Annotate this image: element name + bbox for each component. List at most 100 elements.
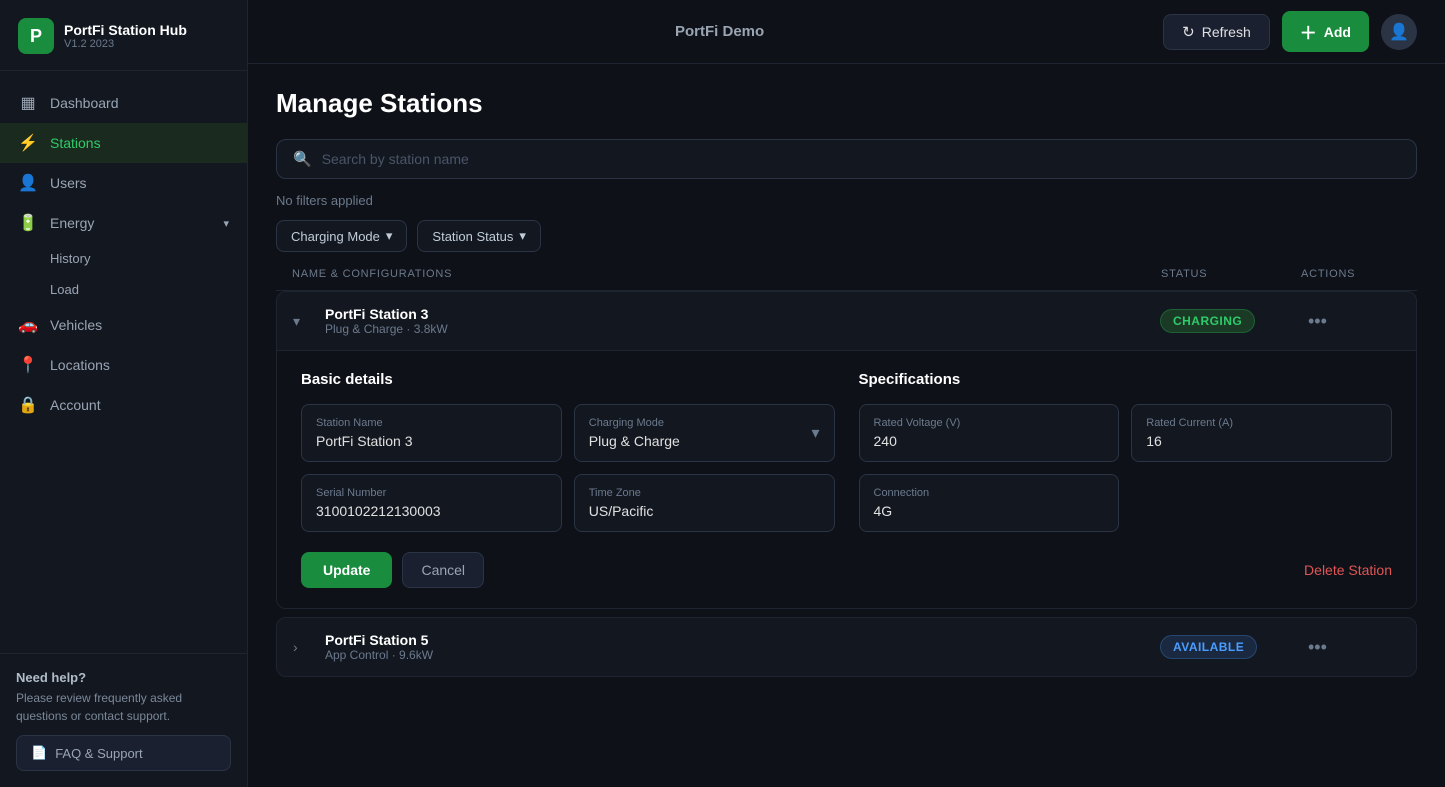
delete-station-button[interactable]: Delete Station bbox=[1304, 562, 1392, 578]
timezone-label: Time Zone bbox=[589, 487, 820, 499]
current-field: Rated Current (A) 16 bbox=[1131, 404, 1392, 462]
history-label: History bbox=[50, 251, 90, 266]
sidebar-footer: Need help? Please review frequently aske… bbox=[0, 653, 247, 787]
footer-left-buttons: Update Cancel bbox=[301, 552, 484, 588]
add-label: Add bbox=[1324, 24, 1351, 40]
voltage-value: 240 bbox=[874, 433, 1105, 449]
station-row-header-5[interactable]: › PortFi Station 5 App Control · 9.6kW A… bbox=[277, 618, 1416, 676]
search-icon: 🔍 bbox=[293, 150, 312, 168]
station-row-header-3[interactable]: ▾ PortFi Station 3 Plug & Charge · 3.8kW… bbox=[277, 292, 1416, 350]
voltage-label: Rated Voltage (V) bbox=[874, 417, 1105, 429]
sidebar-item-label: Locations bbox=[50, 357, 110, 373]
sidebar-item-label: Account bbox=[50, 397, 101, 413]
sidebar-item-account[interactable]: 🔒 Account bbox=[0, 385, 247, 425]
charging-mode-filter-label: Charging Mode bbox=[291, 229, 380, 244]
basic-fields-grid: Station Name PortFi Station 3 Charging M… bbox=[301, 404, 835, 532]
basic-details-section: Basic details Station Name PortFi Statio… bbox=[301, 371, 835, 532]
update-button[interactable]: Update bbox=[301, 552, 392, 588]
charging-mode-filter[interactable]: Charging Mode ▾ bbox=[276, 220, 407, 252]
charging-mode-label: Charging Mode bbox=[589, 417, 680, 429]
sidebar-item-label: Dashboard bbox=[50, 95, 119, 111]
help-title: Need help? bbox=[16, 670, 231, 685]
station-status-filter[interactable]: Station Status ▾ bbox=[417, 220, 540, 252]
detail-footer: Update Cancel Delete Station bbox=[301, 552, 1392, 588]
timezone-field: Time Zone US/Pacific bbox=[574, 474, 835, 532]
account-icon: 🔒 bbox=[18, 395, 38, 415]
load-label: Load bbox=[50, 282, 79, 297]
connection-value: 4G bbox=[874, 503, 1105, 519]
station-name-label: Station Name bbox=[316, 417, 547, 429]
station-sub-3: Plug & Charge · 3.8kW bbox=[325, 322, 1160, 336]
page-content: Manage Stations 🔍 No filters applied Cha… bbox=[248, 64, 1445, 787]
charging-mode-field[interactable]: Charging Mode Plug & Charge ▾ bbox=[574, 404, 835, 462]
station-status-filter-label: Station Status bbox=[432, 229, 513, 244]
sidebar-item-vehicles[interactable]: 🚗 Vehicles bbox=[0, 305, 247, 345]
actions-menu-5[interactable]: ••• bbox=[1300, 637, 1335, 658]
expand-chevron-5[interactable]: › bbox=[293, 639, 325, 655]
locations-icon: 📍 bbox=[18, 355, 38, 375]
sidebar-item-users[interactable]: 👤 Users bbox=[0, 163, 247, 203]
faq-support-button[interactable]: 📄 FAQ & Support bbox=[16, 735, 231, 771]
station-actions-5: ••• bbox=[1300, 637, 1400, 658]
help-description: Please review frequently asked questions… bbox=[16, 689, 231, 725]
station-row-3: ▾ PortFi Station 3 Plug & Charge · 3.8kW… bbox=[276, 291, 1417, 609]
station-status-3: CHARGING bbox=[1160, 309, 1300, 333]
refresh-button[interactable]: ↻ Refresh bbox=[1163, 14, 1270, 50]
sidebar-item-locations[interactable]: 📍 Locations bbox=[0, 345, 247, 385]
sidebar-item-dashboard[interactable]: ▦ Dashboard bbox=[0, 83, 247, 123]
station-name-field: Station Name PortFi Station 3 bbox=[301, 404, 562, 462]
search-input[interactable] bbox=[322, 151, 1400, 167]
sidebar: P PortFi Station Hub V1.2 2023 ▦ Dashboa… bbox=[0, 0, 248, 787]
filter-row: Charging Mode ▾ Station Status ▾ bbox=[276, 220, 1417, 252]
app-logo-text: PortFi Station Hub V1.2 2023 bbox=[64, 22, 187, 50]
sidebar-nav: ▦ Dashboard ⚡ Stations 👤 Users 🔋 Energy … bbox=[0, 71, 247, 653]
specs-section: Specifications Rated Voltage (V) 240 Rat… bbox=[859, 371, 1393, 532]
header-actions: ↻ Refresh ＋ Add 👤 bbox=[1163, 11, 1417, 52]
app-version: V1.2 2023 bbox=[64, 38, 187, 50]
station-row-5: › PortFi Station 5 App Control · 9.6kW A… bbox=[276, 617, 1417, 677]
station-sub-5: App Control · 9.6kW bbox=[325, 648, 1160, 662]
header: PortFi Demo ↻ Refresh ＋ Add 👤 bbox=[248, 0, 1445, 64]
status-badge-5: AVAILABLE bbox=[1160, 635, 1257, 659]
serial-value: 3100102212130003 bbox=[316, 503, 547, 519]
specs-title: Specifications bbox=[859, 371, 1393, 388]
col-actions-header: ACTIONS bbox=[1301, 268, 1401, 280]
app-name: PortFi Demo bbox=[675, 23, 764, 40]
page-title: Manage Stations bbox=[276, 88, 1417, 119]
charging-mode-chevron-icon: ▾ bbox=[386, 228, 393, 244]
collapse-chevron-3[interactable]: ▾ bbox=[293, 313, 325, 330]
no-filters-label: No filters applied bbox=[276, 193, 1417, 208]
station-status-5: AVAILABLE bbox=[1160, 635, 1300, 659]
col-status-header: STATUS bbox=[1161, 268, 1301, 280]
users-icon: 👤 bbox=[18, 173, 38, 193]
station-name-5: PortFi Station 5 bbox=[325, 632, 1160, 648]
station-status-chevron-icon: ▾ bbox=[519, 228, 526, 244]
basic-details-title: Basic details bbox=[301, 371, 835, 388]
user-avatar[interactable]: 👤 bbox=[1381, 14, 1417, 50]
main-content: PortFi Demo ↻ Refresh ＋ Add 👤 Manage Sta… bbox=[248, 0, 1445, 787]
sidebar-subitem-load[interactable]: Load bbox=[0, 274, 247, 305]
table-header: NAME & CONFIGURATIONS STATUS ACTIONS bbox=[276, 258, 1417, 291]
sidebar-subitem-history[interactable]: History bbox=[0, 243, 247, 274]
sidebar-logo: P PortFi Station Hub V1.2 2023 bbox=[0, 0, 247, 71]
refresh-label: Refresh bbox=[1202, 24, 1251, 40]
connection-label: Connection bbox=[874, 487, 1105, 499]
charging-mode-value: Plug & Charge bbox=[589, 433, 680, 449]
detail-sections: Basic details Station Name PortFi Statio… bbox=[301, 371, 1392, 532]
add-icon: ＋ bbox=[1300, 19, 1317, 44]
actions-menu-3[interactable]: ••• bbox=[1300, 311, 1335, 332]
add-station-button[interactable]: ＋ Add bbox=[1282, 11, 1369, 52]
serial-number-field: Serial Number 3100102212130003 bbox=[301, 474, 562, 532]
status-badge-3: CHARGING bbox=[1160, 309, 1255, 333]
sidebar-item-label: Stations bbox=[50, 135, 101, 151]
sidebar-item-stations[interactable]: ⚡ Stations bbox=[0, 123, 247, 163]
app-title: PortFi Station Hub bbox=[64, 22, 187, 38]
specs-grid: Rated Voltage (V) 240 Rated Current (A) … bbox=[859, 404, 1393, 532]
station-name-value[interactable]: PortFi Station 3 bbox=[316, 433, 547, 449]
cancel-button[interactable]: Cancel bbox=[402, 552, 484, 588]
voltage-field: Rated Voltage (V) 240 bbox=[859, 404, 1120, 462]
faq-label: FAQ & Support bbox=[55, 746, 142, 761]
current-value: 16 bbox=[1146, 433, 1377, 449]
sidebar-item-energy[interactable]: 🔋 Energy ▾ bbox=[0, 203, 247, 243]
vehicles-icon: 🚗 bbox=[18, 315, 38, 335]
